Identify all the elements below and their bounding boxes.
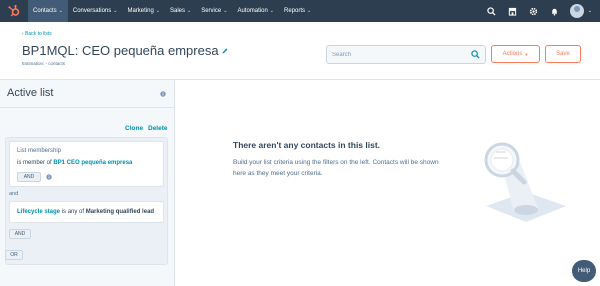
- top-navigation-bar: Contacts ⌄ Conversations ⌄ Marketing ⌄ Sale…: [0, 0, 600, 22]
- filter-text: Lifecycle stage is any of Marketing qual…: [17, 209, 154, 215]
- nav-automation-label: Automation: [237, 8, 268, 14]
- search-icon[interactable]: [471, 50, 480, 59]
- filter-card-lifecycle-stage[interactable]: Lifecycle stage is any of Marketing qual…: [9, 201, 164, 223]
- nav-marketing-label: Marketing: [127, 8, 154, 14]
- search-input[interactable]: [327, 46, 467, 63]
- notifications-icon[interactable]: [545, 0, 565, 22]
- back-label: Back to lists: [25, 31, 52, 37]
- help-button[interactable]: Help: [572, 260, 596, 282]
- nav-sales-label: Sales: [170, 8, 186, 14]
- edit-pencil-icon[interactable]: [221, 47, 229, 55]
- filters-panel: Active list Clone Delete List membership…: [0, 80, 175, 286]
- hubspot-logo-icon[interactable]: [7, 4, 21, 18]
- nav-reports-label: Reports: [284, 8, 306, 14]
- panel-title: Active list: [7, 87, 54, 99]
- empty-state-title: There aren't any contacts in this list.: [233, 140, 381, 150]
- filters-panel-header: Active list: [0, 80, 174, 108]
- settings-icon[interactable]: [524, 0, 544, 22]
- actions-button[interactable]: Actions ▼: [491, 45, 540, 63]
- nav-contacts[interactable]: Contacts ⌄: [28, 0, 68, 22]
- and-button[interactable]: AND: [9, 229, 31, 239]
- chevron-down-icon: ⌄: [223, 8, 228, 14]
- search-icon[interactable]: [482, 0, 502, 22]
- chevron-down-icon[interactable]: ⌄: [588, 8, 592, 14]
- chevron-down-icon: ⌄: [269, 8, 274, 14]
- chevron-down-icon: ⌄: [58, 8, 63, 14]
- filter-card-list-membership[interactable]: List membership is member of BP1 CEO peq…: [9, 141, 164, 187]
- back-to-lists-link[interactable]: ‹ Back to lists: [22, 31, 52, 37]
- search-box: [326, 45, 486, 64]
- info-icon[interactable]: [160, 91, 166, 97]
- contacts-results-area: There aren't any contacts in this list. …: [175, 80, 600, 286]
- nav-service-label: Service: [201, 8, 222, 14]
- nav-marketing[interactable]: Marketing ⌄: [122, 0, 165, 22]
- filter-operator: is any of: [60, 209, 86, 215]
- nav-automation[interactable]: Automation ⌄: [232, 0, 279, 22]
- clone-link[interactable]: Clone: [125, 125, 143, 132]
- chevron-down-icon: ⌄: [187, 8, 192, 14]
- magnifying-glass-illustration: [484, 142, 566, 222]
- empty-state-description: Build your list criteria using the filte…: [233, 159, 439, 177]
- filter-property-link[interactable]: Lifecycle stage: [17, 209, 60, 215]
- nav-right-group: ⌄: [482, 0, 600, 22]
- estimation-text: Estimation: - contacts: [22, 61, 66, 66]
- info-icon[interactable]: [46, 174, 52, 180]
- nav-conversations-label: Conversations: [72, 8, 112, 14]
- filter-heading: List membership: [17, 148, 62, 154]
- nav-service[interactable]: Service ⌄: [196, 0, 232, 22]
- actions-label: Actions: [502, 51, 523, 57]
- nav-sales[interactable]: Sales ⌄: [165, 0, 196, 22]
- and-connector: and: [9, 191, 19, 197]
- or-button[interactable]: OR: [5, 250, 23, 260]
- chevron-down-icon: ⌄: [307, 8, 312, 14]
- filter-list-link[interactable]: BP1 CEO pequeña empresa: [53, 160, 132, 166]
- nav-contacts-label: Contacts: [33, 8, 57, 14]
- save-button[interactable]: Save: [545, 45, 581, 63]
- list-header: ‹ Back to lists BP1MQL: CEO pequeña empr…: [0, 22, 600, 80]
- caret-down-icon: ▼: [524, 51, 529, 57]
- delete-link[interactable]: Delete: [148, 125, 168, 132]
- chevron-down-icon: ⌄: [155, 8, 160, 14]
- marketplace-icon[interactable]: [503, 0, 523, 22]
- nav-reports[interactable]: Reports ⌄: [279, 0, 316, 22]
- chevron-down-icon: ⌄: [113, 8, 118, 14]
- filter-prefix: is member of: [17, 160, 54, 166]
- filter-value: Marketing qualified lead: [85, 209, 155, 215]
- avatar[interactable]: [569, 4, 584, 18]
- nav-conversations[interactable]: Conversations ⌄: [68, 0, 123, 22]
- filter-group: List membership is member of BP1 CEO peq…: [5, 137, 168, 265]
- and-button[interactable]: AND: [17, 172, 41, 182]
- filter-text: is member of BP1 CEO pequeña empresa: [17, 160, 132, 166]
- page-title: BP1MQL: CEO pequeña empresa: [22, 43, 219, 58]
